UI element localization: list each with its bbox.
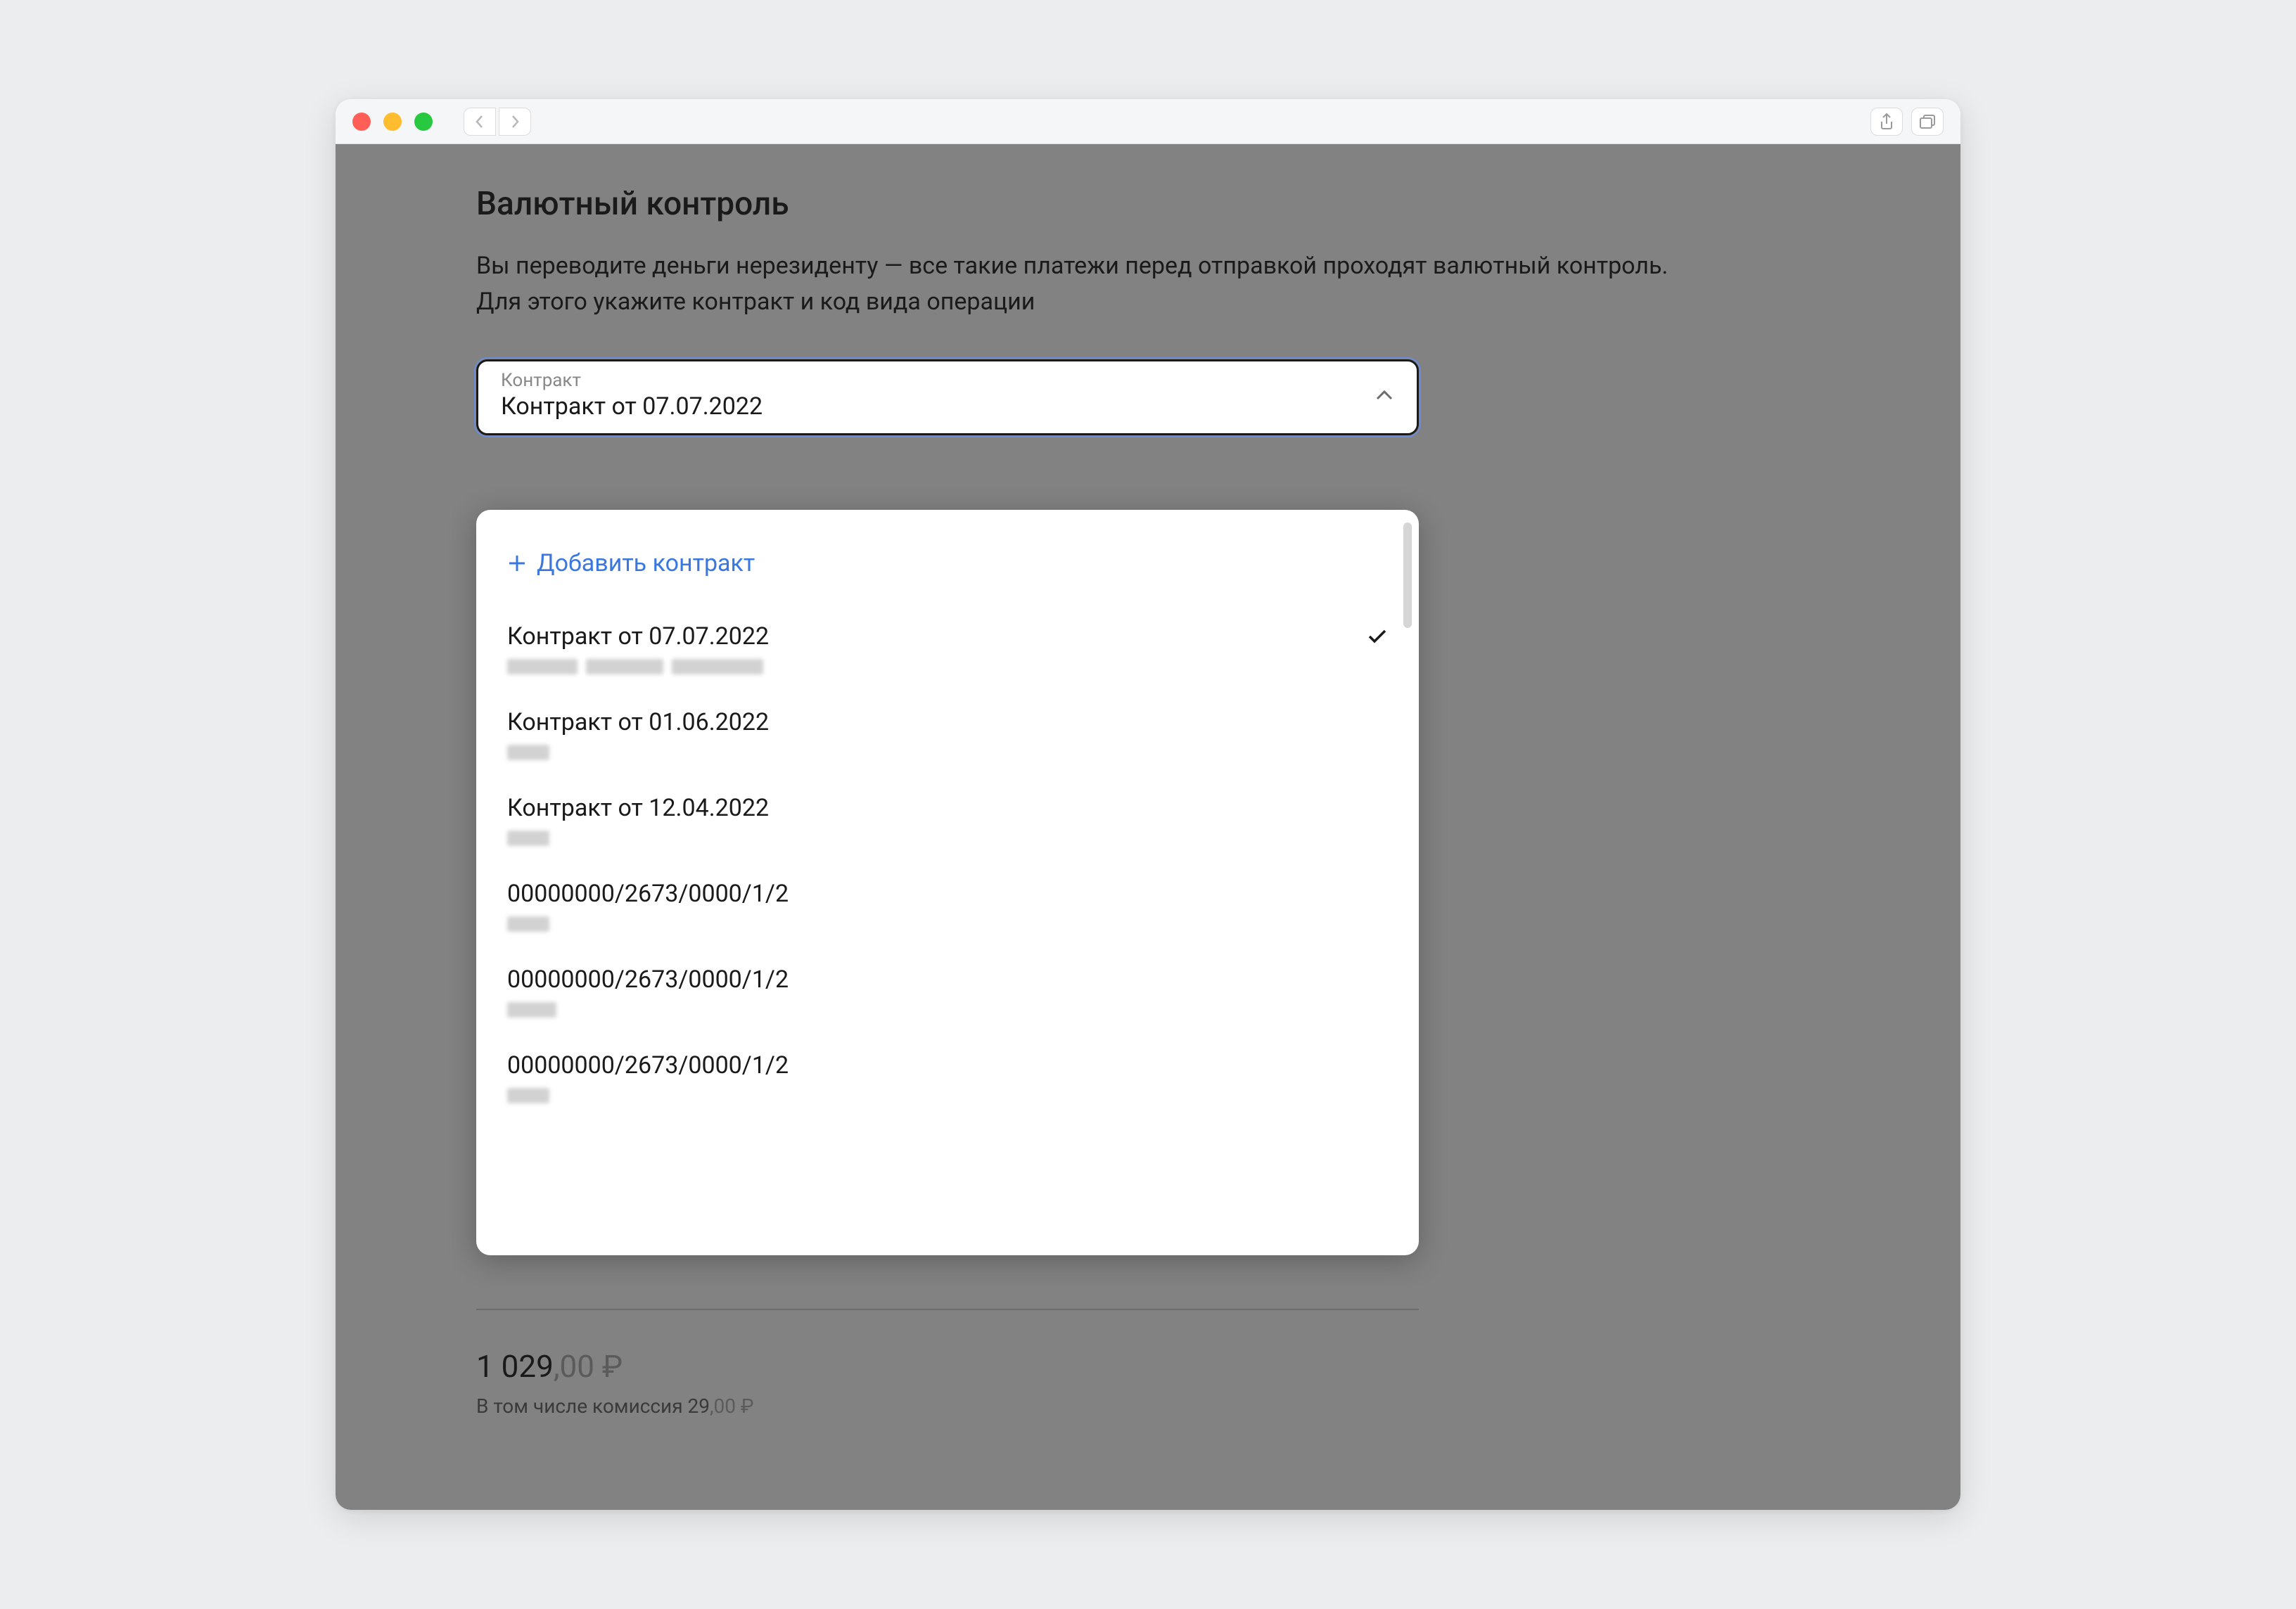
amount-total: 1 029,00 ₽ <box>476 1348 1820 1385</box>
page-description: Вы переводите деньги нерезиденту — все т… <box>476 248 1707 320</box>
chevron-right-icon <box>509 113 521 130</box>
contract-option-primary: 00000000/2673/0000/1/2 <box>507 966 1388 994</box>
redacted-text <box>507 1002 556 1018</box>
contract-option[interactable]: 00000000/2673/0000/1/2 <box>507 951 1388 1037</box>
scrollbar[interactable] <box>1403 523 1412 628</box>
maximize-window-button[interactable] <box>414 113 433 131</box>
commission-row: В том числе комиссия 29,00 ₽ <box>476 1395 1820 1418</box>
contract-option[interactable]: Контракт от 12.04.2022 <box>507 780 1388 866</box>
tabs-button[interactable] <box>1911 108 1944 136</box>
redacted-text <box>507 1088 549 1103</box>
redacted-text <box>672 659 763 674</box>
titlebar <box>336 99 1960 144</box>
back-button[interactable] <box>464 108 496 136</box>
contract-option-secondary <box>507 916 1388 932</box>
minimize-window-button[interactable] <box>383 113 402 131</box>
redacted-text <box>507 745 549 760</box>
redacted-text <box>586 659 663 674</box>
contract-select-label: Контракт <box>501 370 1375 391</box>
commission-prefix: В том числе комиссия 29 <box>476 1395 710 1418</box>
contract-option[interactable]: 00000000/2673/0000/1/2 <box>507 1037 1388 1123</box>
contract-option-primary: Контракт от 07.07.2022 <box>507 622 1353 650</box>
contract-dropdown: Добавить контракт Контракт от 07.07.2022… <box>476 510 1419 1255</box>
content-area: Валютный контроль Вы переводите деньги н… <box>336 144 1960 1510</box>
nav-buttons <box>464 108 531 136</box>
close-window-button[interactable] <box>352 113 371 131</box>
traffic-lights <box>352 113 433 131</box>
contract-select[interactable]: Контракт Контракт от 07.07.2022 <box>476 359 1419 435</box>
add-contract-button[interactable]: Добавить контракт <box>507 530 1388 608</box>
plus-icon <box>507 553 527 573</box>
amount-main: 1 029 <box>476 1348 554 1385</box>
amount-decimals: ,00 ₽ <box>554 1348 623 1385</box>
contract-option-secondary <box>507 1002 1388 1018</box>
forward-button[interactable] <box>499 108 531 136</box>
chevron-left-icon <box>474 113 485 130</box>
titlebar-right <box>1870 108 1944 136</box>
contract-option[interactable]: Контракт от 01.06.2022 <box>507 694 1388 780</box>
contract-option[interactable]: 00000000/2673/0000/1/2 <box>507 866 1388 951</box>
chevron-up-icon <box>1375 389 1394 402</box>
commission-decimals: ,00 ₽ <box>710 1395 754 1418</box>
dropdown-inner: Добавить контракт Контракт от 07.07.2022… <box>476 530 1419 1255</box>
contract-option-primary: Контракт от 01.06.2022 <box>507 708 1388 736</box>
contract-option-primary: 00000000/2673/0000/1/2 <box>507 880 1388 908</box>
page-title: Валютный контроль <box>476 185 1820 223</box>
redacted-text <box>507 659 578 674</box>
redacted-text <box>507 916 549 932</box>
contract-option-primary: 00000000/2673/0000/1/2 <box>507 1051 1388 1079</box>
contract-select-value: Контракт от 07.07.2022 <box>501 392 1375 421</box>
checkmark-icon <box>1367 628 1388 645</box>
contract-option-secondary <box>507 1088 1388 1103</box>
contract-option-secondary <box>507 659 1353 674</box>
contract-option-secondary <box>507 745 1388 760</box>
add-contract-label: Добавить контракт <box>537 549 755 577</box>
redacted-text <box>507 831 549 846</box>
contract-option[interactable]: Контракт от 07.07.2022 <box>507 608 1388 694</box>
divider <box>476 1309 1419 1310</box>
share-icon <box>1879 113 1894 131</box>
share-button[interactable] <box>1870 108 1903 136</box>
contract-option-secondary <box>507 831 1388 846</box>
browser-window: Валютный контроль Вы переводите деньги н… <box>336 99 1960 1510</box>
contract-option-primary: Контракт от 12.04.2022 <box>507 794 1388 822</box>
tabs-icon <box>1919 114 1936 129</box>
